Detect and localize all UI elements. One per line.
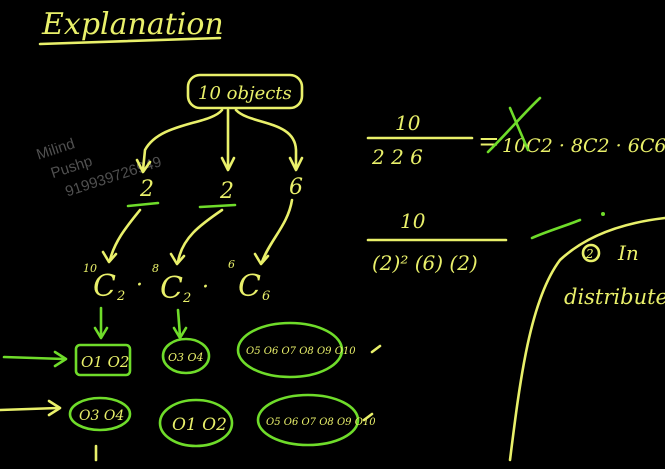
note-number: 2 <box>585 247 594 261</box>
arrow-to-c1 <box>108 208 142 262</box>
row1-text-1: O1 O2 <box>81 353 129 371</box>
combo2-c: C <box>160 271 183 306</box>
green-check <box>530 218 582 240</box>
row1-arrow <box>2 355 66 361</box>
formula1-numerator: 10 <box>395 111 421 135</box>
down-arrow-2 <box>176 308 182 338</box>
arrow-to-c3 <box>260 198 294 264</box>
combo3-c: C <box>238 269 261 304</box>
row2-text-3: O5 O6 O7 O8 O9 O10 <box>266 417 376 428</box>
combo2-n: 8 <box>152 262 159 275</box>
formula2-numerator: 10 <box>400 209 426 233</box>
group-size-1: 2 <box>139 177 154 202</box>
row1-text-3: O5 O6 O7 O8 O9 O10 <box>246 346 356 357</box>
combo3-k: 6 <box>262 289 270 304</box>
group-size-3: 6 <box>289 175 303 200</box>
combo3-n: 6 <box>228 258 235 271</box>
combo2-k: 2 <box>182 291 191 306</box>
formula2-denominator: (2)² (6) (2) <box>372 251 478 275</box>
dot-2: · <box>202 275 209 300</box>
branch-right <box>234 108 298 170</box>
combo1-k: 2 <box>116 289 125 304</box>
row2-text-2: O1 O2 <box>172 415 227 435</box>
note-word1: In <box>617 241 639 265</box>
title-text: Explanation <box>41 7 224 42</box>
combo1-c: C <box>93 269 116 304</box>
note-word2: distribute <box>564 285 665 309</box>
group-size-2: 2 <box>219 179 234 204</box>
group-underline-2 <box>198 203 237 209</box>
row2-text-1: O3 O4 <box>79 408 124 424</box>
group-underline-1 <box>126 201 160 208</box>
formula1-denominator: 2 2 6 <box>371 145 423 169</box>
green-dot <box>601 212 605 216</box>
row2-arrow <box>0 406 60 412</box>
whiteboard: Explanation Milind Pushp 919939726949 10… <box>0 7 665 462</box>
arrow-to-c2 <box>176 208 224 264</box>
row1-tick <box>370 344 382 354</box>
dot-1: · <box>136 273 143 298</box>
objects-label: 10 objects <box>198 83 292 104</box>
row1-text-2: O3 O4 <box>168 351 204 364</box>
